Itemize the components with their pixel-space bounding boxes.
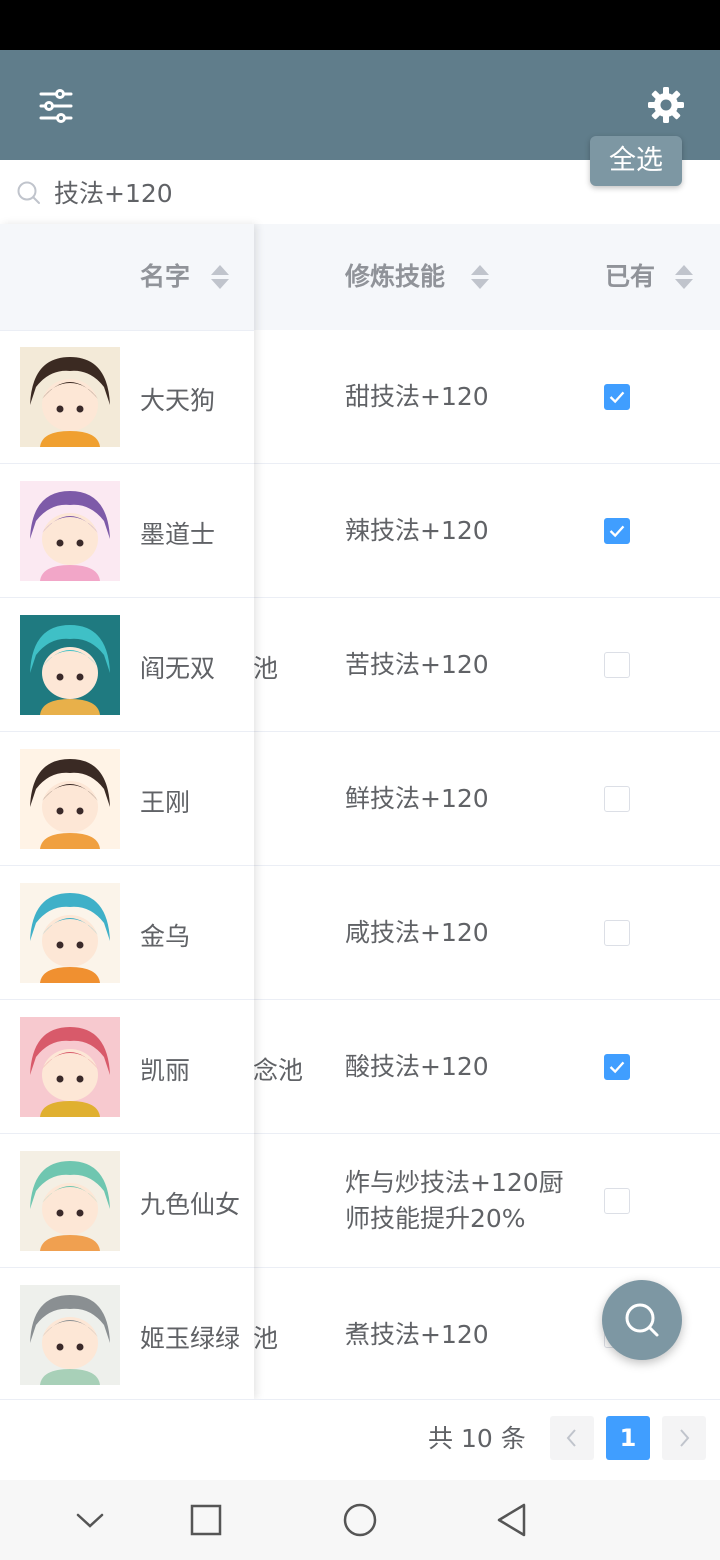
next-page-button[interactable]: [662, 1416, 706, 1460]
row-divider: [0, 1267, 254, 1268]
skill-cell: 酸技法+120: [345, 1052, 489, 1081]
pool-cell: 池: [253, 1324, 279, 1353]
name-cell: 九色仙女: [140, 1190, 241, 1219]
avatar: [20, 481, 120, 581]
row-divider: [0, 463, 254, 464]
owned-checkbox[interactable]: [604, 652, 630, 678]
name-cell: 大天狗: [140, 386, 216, 415]
chevron-right-icon: [680, 1429, 690, 1447]
sort-caret-icon[interactable]: [470, 264, 490, 290]
prev-page-button[interactable]: [550, 1416, 594, 1460]
chevron-down-icon[interactable]: [70, 1500, 110, 1540]
row-divider: [0, 731, 254, 732]
sliders-icon[interactable]: [38, 88, 74, 124]
name-cell: 姬玉绿绿: [140, 1324, 241, 1353]
owned-checkbox[interactable]: [604, 920, 630, 946]
skill-cell: 煮技法+120: [345, 1320, 489, 1349]
sort-caret-icon[interactable]: [210, 264, 230, 290]
skill-cell: 辣技法+120: [345, 516, 489, 545]
check-icon: [609, 525, 625, 538]
column-header-name[interactable]: 名字: [140, 224, 190, 330]
skill-cell: 炸与炒技法+120厨师技能提升20%: [345, 1168, 564, 1233]
name-cell: 墨道士: [140, 520, 216, 549]
triangle-back-icon[interactable]: [492, 1500, 532, 1540]
skill-cell: 苦技法+120: [345, 650, 489, 679]
column-header-skill[interactable]: 修炼技能: [345, 224, 445, 330]
pool-cell: 池: [253, 654, 279, 683]
row-divider: [0, 1133, 254, 1134]
row-divider: [0, 999, 254, 1000]
avatar: [20, 615, 120, 715]
total-count: 共 10 条: [428, 1424, 526, 1453]
skill-cell: 咸技法+120: [345, 918, 489, 947]
circle-icon[interactable]: [340, 1500, 380, 1540]
search-icon: [17, 181, 40, 204]
avatar: [20, 749, 120, 849]
floating-search-button[interactable]: [602, 1280, 682, 1360]
skill-cell: 甜技法+120: [345, 382, 489, 411]
avatar: [20, 1285, 120, 1385]
name-cell: 凯丽: [140, 1056, 191, 1085]
sort-caret-icon[interactable]: [674, 264, 694, 290]
gear-icon[interactable]: [646, 85, 686, 125]
name-cell: 金乌: [140, 922, 191, 951]
owned-checkbox[interactable]: [604, 518, 630, 544]
avatar: [20, 1017, 120, 1117]
owned-checkbox[interactable]: [604, 1188, 630, 1214]
pool-cell: 念池: [253, 1056, 304, 1085]
select-all-button[interactable]: 全选: [590, 136, 682, 186]
search-input[interactable]: [54, 172, 654, 212]
check-icon: [609, 1061, 625, 1074]
name-cell: 阎无双: [140, 654, 216, 683]
column-header-owned[interactable]: 已有: [605, 224, 655, 330]
avatar: [20, 883, 120, 983]
skill-cell: 鲜技法+120: [345, 784, 489, 813]
check-icon: [609, 391, 625, 404]
owned-checkbox[interactable]: [604, 1054, 630, 1080]
row-divider: [0, 597, 254, 598]
chevron-left-icon: [566, 1429, 576, 1447]
avatar: [20, 347, 120, 447]
search-icon: [625, 1303, 659, 1337]
square-icon[interactable]: [186, 1500, 226, 1540]
owned-checkbox[interactable]: [604, 384, 630, 410]
avatar: [20, 1151, 120, 1251]
owned-checkbox[interactable]: [604, 786, 630, 812]
name-cell: 王刚: [140, 788, 191, 817]
row-divider: [0, 865, 254, 866]
status-bar: [0, 0, 720, 50]
current-page[interactable]: 1: [606, 1416, 650, 1460]
